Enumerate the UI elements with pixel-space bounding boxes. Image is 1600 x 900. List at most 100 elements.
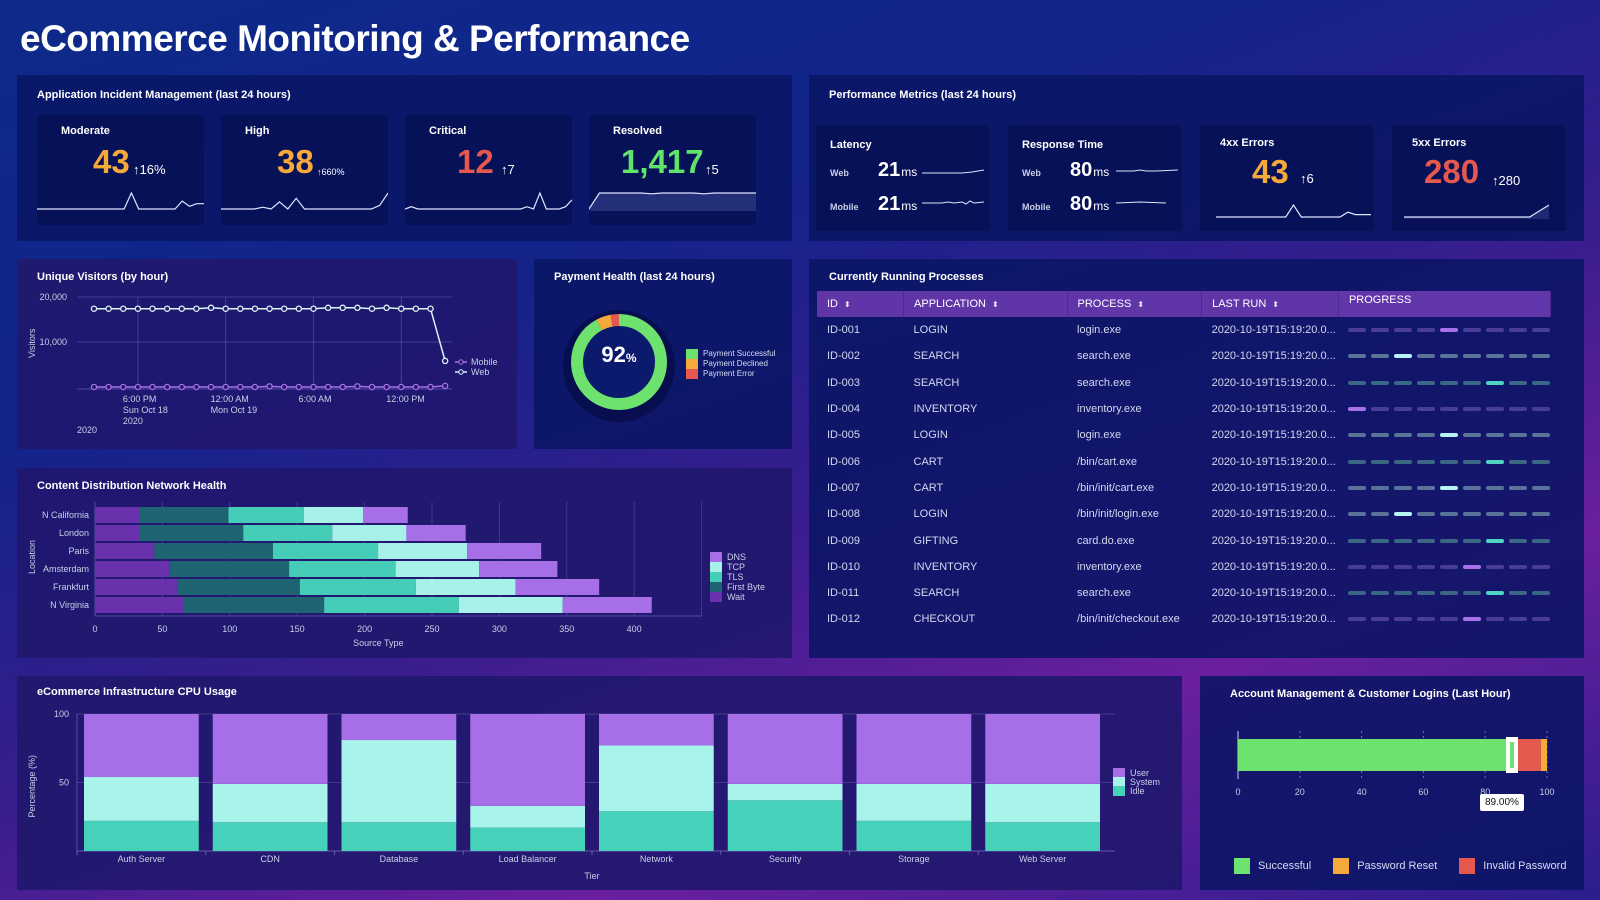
column-header-application[interactable]: APPLICATION ⬍: [903, 291, 1068, 317]
table-row[interactable]: ID-008 LOGIN /bin/init/login.exe 2020-10…: [817, 501, 1551, 527]
data-point-web[interactable]: [251, 305, 259, 312]
data-point-web[interactable]: [105, 305, 112, 312]
bar-segment-tls[interactable]: [299, 579, 416, 595]
legend-item[interactable]: Payment Error: [686, 369, 775, 379]
data-point-web[interactable]: [193, 305, 200, 312]
data-point-web[interactable]: [90, 305, 98, 312]
data-point-web[interactable]: [178, 305, 186, 312]
data-point-web[interactable]: [207, 304, 215, 312]
data-point-mobile[interactable]: [354, 383, 361, 390]
bar-segment-first-byte[interactable]: [139, 507, 229, 523]
data-point-mobile[interactable]: [280, 383, 288, 391]
data-point-mobile[interactable]: [90, 383, 98, 391]
data-point-mobile[interactable]: [397, 383, 405, 391]
data-point-mobile[interactable]: [441, 382, 449, 390]
legend-item[interactable]: Payment Declined: [686, 359, 775, 369]
bar-segment-dns[interactable]: [363, 507, 408, 523]
bar-segment-tls[interactable]: [324, 597, 459, 613]
bar-segment-tcp[interactable]: [458, 597, 563, 613]
bar-segment-idle[interactable]: [470, 827, 585, 851]
data-point-web[interactable]: [397, 305, 405, 312]
bar-segment-tcp[interactable]: [303, 507, 364, 523]
bar-segment-dns[interactable]: [515, 579, 600, 595]
data-point-mobile[interactable]: [339, 383, 346, 391]
bar-segment-first-byte[interactable]: [139, 525, 244, 541]
bar-segment-wait[interactable]: [95, 507, 140, 523]
table-row[interactable]: ID-012 CHECKOUT /bin/init/checkout.exe 2…: [817, 606, 1551, 632]
bar-segment-tls[interactable]: [228, 507, 304, 523]
bar-segment-wait[interactable]: [95, 543, 155, 559]
column-header-last-run[interactable]: LAST RUN ⬍: [1201, 291, 1339, 317]
data-point-web[interactable]: [237, 305, 244, 312]
bar-segment-first-byte[interactable]: [183, 597, 325, 613]
table-row[interactable]: ID-010 INVENTORY inventory.exe 2020-10-1…: [817, 554, 1551, 580]
data-point-web[interactable]: [280, 305, 288, 312]
bar-segment-first-byte[interactable]: [177, 579, 300, 595]
bar-segment-tcp[interactable]: [395, 561, 480, 577]
bar-segment-system[interactable]: [727, 783, 843, 801]
data-point-web[interactable]: [310, 305, 317, 312]
data-point-web[interactable]: [368, 305, 376, 312]
bar-segment-user[interactable]: [212, 714, 328, 784]
data-point-web[interactable]: [412, 305, 420, 312]
bar-segment-successful[interactable]: [1238, 739, 1514, 771]
column-header-process[interactable]: PROCESS ⬍: [1067, 291, 1203, 317]
bar-segment-system[interactable]: [470, 805, 585, 828]
bar-segment-system[interactable]: [856, 783, 972, 821]
bar-segment-tcp[interactable]: [332, 525, 407, 541]
data-point-mobile[interactable]: [310, 383, 317, 391]
data-point-mobile[interactable]: [193, 383, 200, 391]
data-point-mobile[interactable]: [266, 383, 273, 390]
bar-segment-wait[interactable]: [95, 561, 170, 577]
bar-segment-dns[interactable]: [406, 525, 466, 541]
table-row[interactable]: ID-007 CART /bin/init/cart.exe 2020-10-1…: [817, 475, 1551, 501]
bar-segment-system[interactable]: [84, 777, 199, 821]
bar-segment-tcp[interactable]: [415, 579, 516, 595]
table-row[interactable]: ID-004 INVENTORY inventory.exe 2020-10-1…: [817, 396, 1551, 422]
bar-segment-idle[interactable]: [856, 820, 972, 851]
bar-segment-system[interactable]: [599, 745, 714, 812]
bar-segment-password-reset[interactable]: [1540, 739, 1547, 771]
bar-segment-idle[interactable]: [599, 811, 714, 851]
data-point-mobile[interactable]: [368, 383, 376, 391]
legend-item[interactable]: Password Reset: [1333, 858, 1437, 874]
data-point-mobile[interactable]: [222, 383, 229, 391]
data-point-web[interactable]: [324, 304, 332, 312]
data-point-mobile[interactable]: [120, 383, 127, 391]
data-point-web[interactable]: [295, 305, 303, 312]
legend-item[interactable]: Payment Successful: [686, 349, 775, 359]
legend-item[interactable]: Invalid Password: [1459, 858, 1566, 874]
bar-segment-first-byte[interactable]: [154, 543, 273, 559]
table-row[interactable]: ID-006 CART /bin/cart.exe 2020-10-19T15:…: [817, 448, 1551, 474]
data-point-web[interactable]: [222, 305, 229, 312]
table-row[interactable]: ID-009 GIFTING card.do.exe 2020-10-19T15…: [817, 527, 1551, 553]
table-row[interactable]: ID-003 SEARCH search.exe 2020-10-19T15:1…: [817, 370, 1551, 396]
bar-segment-system[interactable]: [341, 740, 457, 823]
data-point-web[interactable]: [383, 304, 390, 312]
table-row[interactable]: ID-005 LOGIN login.exe 2020-10-19T15:19:…: [817, 422, 1551, 448]
sort-icon[interactable]: ⬍: [1272, 300, 1279, 309]
data-point-mobile[interactable]: [134, 383, 142, 391]
data-point-mobile[interactable]: [295, 383, 303, 391]
data-point-mobile[interactable]: [149, 383, 156, 391]
table-row[interactable]: ID-001 LOGIN login.exe 2020-10-19T15:19:…: [817, 317, 1551, 343]
data-point-mobile[interactable]: [412, 383, 420, 391]
bar-segment-dns[interactable]: [479, 561, 558, 577]
bar-segment-idle[interactable]: [84, 820, 199, 851]
data-point-mobile[interactable]: [207, 383, 215, 391]
data-point-web[interactable]: [354, 304, 361, 312]
data-point-mobile[interactable]: [163, 383, 171, 391]
bar-segment-user[interactable]: [470, 714, 585, 806]
bar-segment-tls[interactable]: [289, 561, 396, 577]
data-point-web[interactable]: [441, 357, 449, 365]
bar-segment-user[interactable]: [727, 714, 843, 784]
data-point-web[interactable]: [120, 305, 127, 312]
bar-segment-system[interactable]: [985, 783, 1100, 823]
data-point-mobile[interactable]: [427, 383, 434, 391]
bar-segment-user[interactable]: [599, 714, 714, 746]
bar-segment-tls[interactable]: [243, 525, 333, 541]
data-point-web[interactable]: [134, 305, 142, 312]
data-point-web[interactable]: [339, 304, 346, 312]
data-point-mobile[interactable]: [237, 383, 244, 391]
bar-segment-user[interactable]: [856, 714, 972, 784]
